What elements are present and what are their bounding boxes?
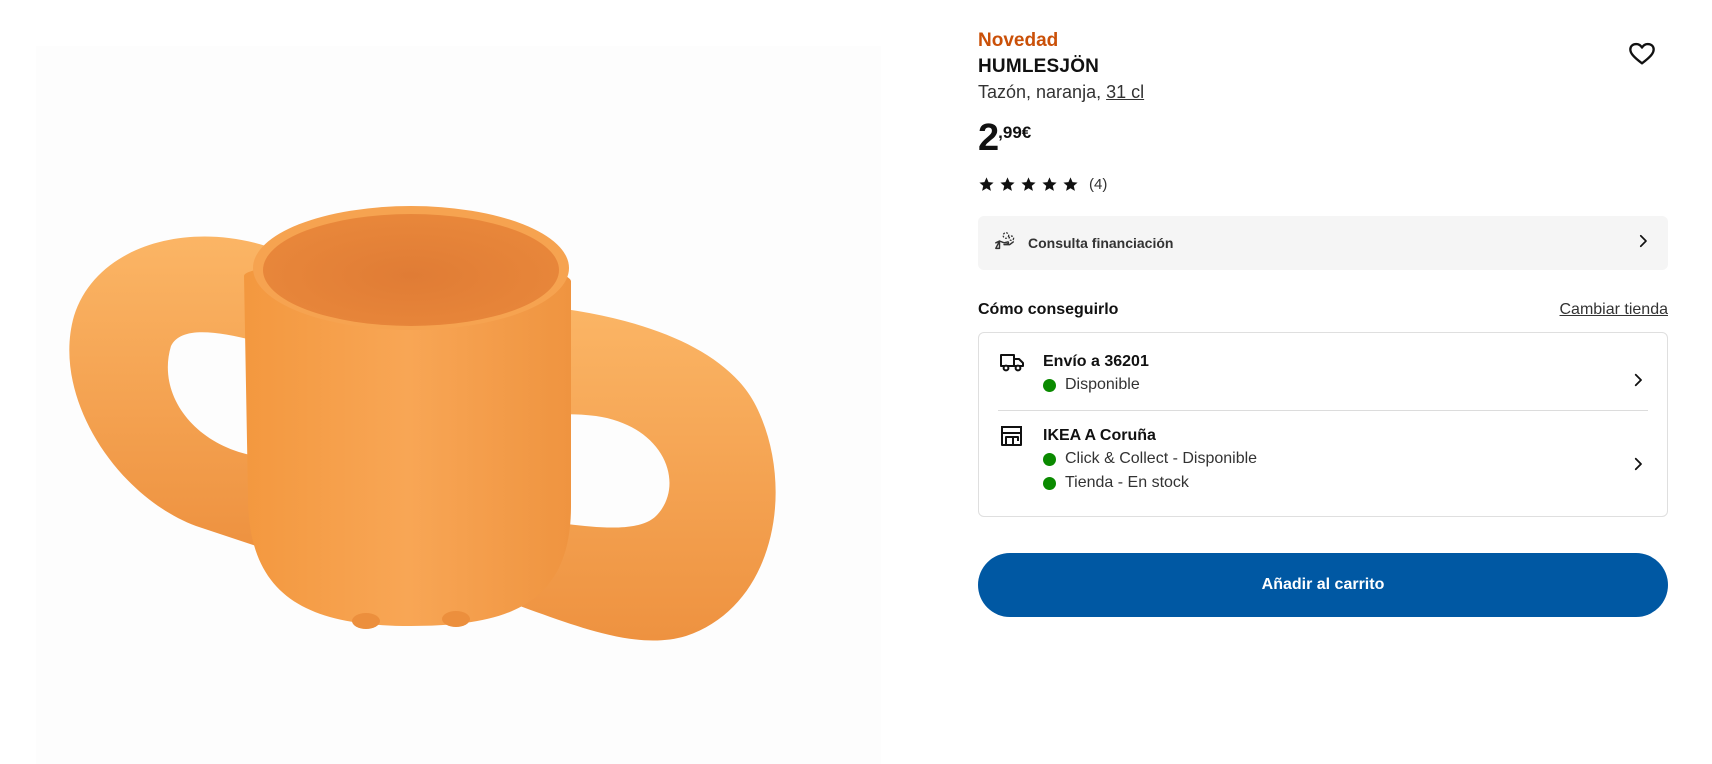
rating-count: (4) [1089, 175, 1108, 193]
chevron-right-icon [1617, 351, 1647, 409]
rating-stars [978, 176, 1079, 193]
star-icon [1042, 176, 1057, 191]
status-dot [1043, 476, 1056, 490]
click-collect-text: Click & Collect - Disponible [1065, 450, 1258, 467]
new-badge: Novedad [978, 30, 1059, 51]
store-stock-text: Tienda - En stock [1065, 474, 1189, 491]
star-icon [979, 176, 994, 191]
store-option[interactable]: IKEA A Coruña Click & Collect - Disponib… [979, 425, 1667, 503]
rating[interactable]: (4) [978, 172, 1668, 196]
store-heading: IKEA A Coruña [1043, 427, 1156, 444]
price-integer: 2 [978, 117, 999, 159]
measure-link[interactable]: 31 cl [1106, 82, 1144, 102]
add-to-cart-button[interactable]: Añadir al carrito [978, 553, 1668, 617]
click-collect-status: Click & Collect - Disponible [1043, 447, 1617, 471]
mug-illustration [69, 206, 776, 641]
chevron-right-icon [1617, 425, 1647, 503]
star-icon [1000, 176, 1015, 191]
product-info: Novedad HUMLESJÖN Tazón, naranja, 31 cl … [978, 28, 1668, 617]
product-name: HUMLESJÖN [978, 56, 1100, 77]
store-text: IKEA A Coruña Click & Collect - Disponib… [1043, 425, 1617, 503]
financing-label: Consulta financiación [1028, 235, 1174, 251]
delivery-status-text: Disponible [1065, 376, 1140, 393]
delivery-text: Envío a 36201 Disponible [1043, 351, 1617, 409]
store-icon [999, 425, 1043, 503]
chevron-right-icon [1634, 232, 1652, 255]
financing-button[interactable]: Consulta financiación [978, 216, 1668, 270]
product-description: Tazón, naranja, 31 cl [978, 80, 1668, 104]
divider [998, 410, 1648, 411]
price-decimal: ,99€ [998, 123, 1032, 142]
star-icon [1063, 176, 1078, 191]
truck-icon [999, 351, 1043, 409]
delivery-option[interactable]: Envío a 36201 Disponible [979, 351, 1667, 409]
store-stock-status: Tienda - En stock [1043, 471, 1617, 495]
status-dot [1043, 378, 1056, 392]
delivery-heading: Envío a 36201 [1043, 353, 1149, 370]
availability-header: Cómo conseguirlo Cambiar tienda [978, 298, 1668, 322]
delivery-status: Disponible [1043, 373, 1617, 397]
price: 2 ,99€ [978, 116, 1668, 160]
financing-hand-icon [994, 230, 1016, 257]
availability-box: Envío a 36201 Disponible IKEA A Coruña C… [978, 332, 1668, 517]
change-store-link[interactable]: Cambiar tienda [1560, 301, 1669, 319]
availability-title: Cómo conseguirlo [978, 301, 1119, 318]
star-icon [1021, 176, 1036, 191]
status-dot [1043, 452, 1056, 466]
description-text: Tazón, naranja, [978, 82, 1107, 102]
product-image[interactable] [36, 46, 881, 764]
